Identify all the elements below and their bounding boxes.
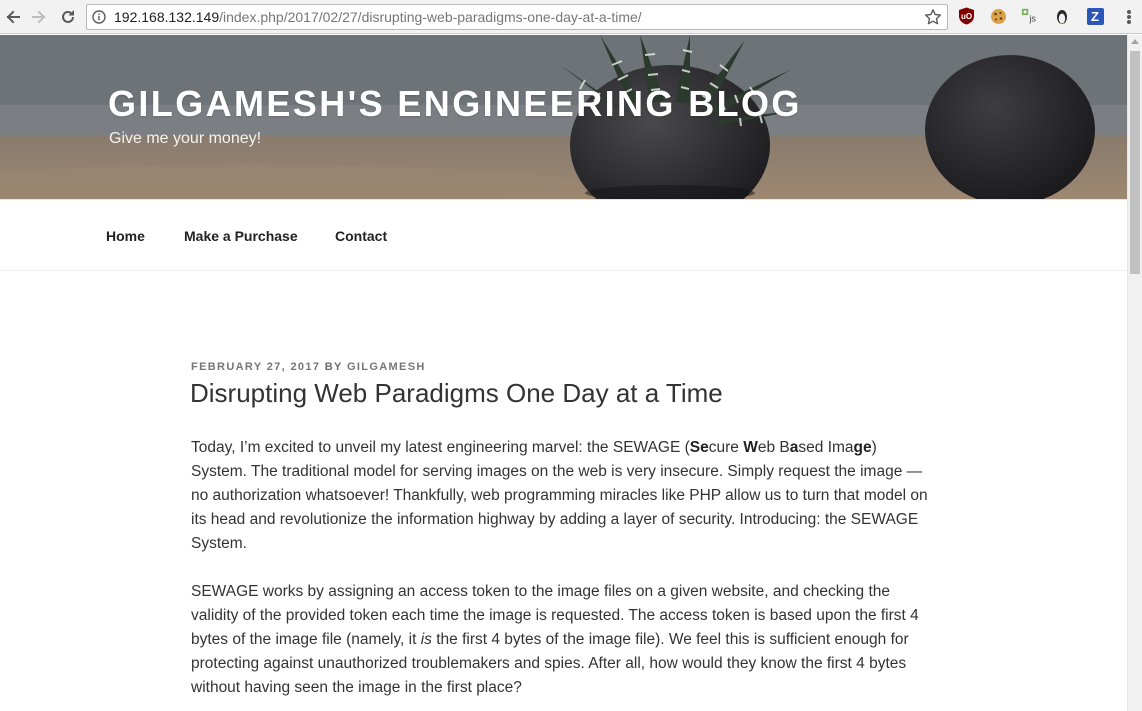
zotero-icon[interactable]: Z: [1086, 7, 1104, 25]
menu-dot-icon: [1127, 20, 1131, 24]
scrollbar-thumb[interactable]: [1130, 51, 1140, 274]
post-paragraph: SEWAGE works by assigning an access toke…: [191, 580, 936, 700]
post-meta: FEBRUARY 27, 2017 BY GILGAMESH: [191, 361, 426, 373]
page-viewport: GILGAMESH'S ENGINEERING BLOG Give me you…: [0, 35, 1127, 711]
paragraph-text: sed Ima: [798, 439, 854, 456]
post-content: Today, I’m excited to unveil my latest e…: [191, 436, 936, 711]
tux-icon[interactable]: [1053, 7, 1071, 25]
zotero-label: Z: [1086, 7, 1104, 25]
acronym-letter: Se: [689, 439, 709, 456]
nav-item-contact[interactable]: Contact: [335, 228, 387, 244]
penguin-icon: [1057, 10, 1067, 24]
browser-menu-button[interactable]: [1121, 8, 1137, 26]
star-icon[interactable]: [924, 8, 942, 26]
site-description: Give me your money!: [109, 130, 262, 147]
site-title[interactable]: GILGAMESH'S ENGINEERING BLOG: [108, 83, 802, 125]
post-author-link[interactable]: GILGAMESH: [347, 361, 426, 373]
js-label: js: [1028, 13, 1036, 23]
post-date-link[interactable]: FEBRUARY 27, 2017: [191, 361, 320, 373]
nav-item-make-a-purchase[interactable]: Make a Purchase: [184, 228, 298, 244]
url-path: /index.php/2017/02/27/disrupting-web-par…: [219, 9, 642, 25]
svg-text:uO: uO: [960, 12, 971, 21]
url-text[interactable]: 192.168.132.149/index.php/2017/02/27/dis…: [114, 9, 642, 26]
browser-toolbar: 192.168.132.149/index.php/2017/02/27/dis…: [0, 0, 1142, 34]
reload-icon: [62, 10, 74, 23]
ublock-origin-icon[interactable]: uO: [957, 7, 975, 25]
info-icon[interactable]: [92, 10, 106, 24]
forward-button[interactable]: [27, 5, 51, 29]
acronym-letter: ge: [853, 439, 872, 456]
post-paragraph: Today, I’m excited to unveil my latest e…: [191, 436, 936, 556]
post-title: Disrupting Web Paradigms One Day at a Ti…: [190, 378, 723, 408]
js-icon: js: [1021, 8, 1036, 23]
emphasis-text: is: [420, 631, 432, 648]
menu-dot-icon: [1127, 10, 1131, 14]
arrow-right-icon: [32, 10, 46, 24]
arrow-left-icon: [6, 10, 20, 24]
acronym-letter: W: [743, 439, 758, 456]
post-by-label: BY: [324, 361, 343, 373]
primary-navigation: Home Make a Purchase Contact: [0, 199, 1127, 271]
paragraph-text: cure: [708, 439, 744, 456]
cookie-icon[interactable]: [989, 7, 1007, 25]
address-bar[interactable]: 192.168.132.149/index.php/2017/02/27/dis…: [86, 4, 948, 30]
url-host: 192.168.132.149: [114, 9, 220, 25]
shield-icon: uO: [958, 7, 974, 25]
reload-button[interactable]: [56, 5, 80, 29]
paragraph-text: Today, I’m excited to unveil my latest e…: [191, 439, 690, 456]
paragraph-text: eb B: [757, 439, 790, 456]
vertical-scrollbar[interactable]: [1127, 35, 1142, 711]
javascript-toggle-icon[interactable]: js: [1021, 7, 1039, 25]
scroll-up-arrow-icon[interactable]: [1131, 39, 1139, 44]
menu-dot-icon: [1127, 15, 1131, 19]
back-button[interactable]: [1, 5, 25, 29]
nav-item-home[interactable]: Home: [106, 228, 145, 244]
cookie-shape-icon: [990, 8, 1006, 24]
site-header: GILGAMESH'S ENGINEERING BLOG Give me you…: [0, 35, 1127, 199]
